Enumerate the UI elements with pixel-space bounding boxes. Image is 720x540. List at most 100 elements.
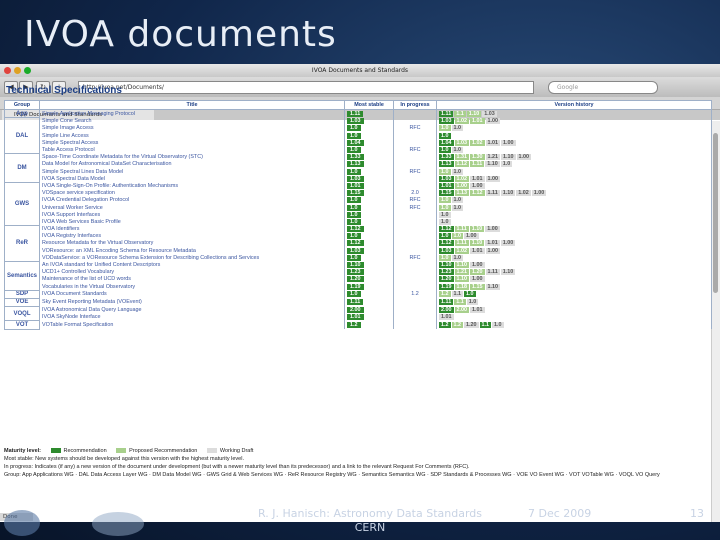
version-badge[interactable]: 1.33 [439, 154, 454, 161]
version-badge[interactable]: 1.0 [451, 147, 464, 154]
most-stable-version-link[interactable]: 1.10 [347, 262, 364, 269]
version-badge[interactable]: 1.15 [470, 283, 485, 290]
version-badge[interactable]: 1.1 [454, 299, 466, 306]
most-stable-version-link[interactable]: 1.0 [347, 218, 361, 225]
spec-title-link[interactable]: Sky Event Reporting Metadata (VOEvent) [39, 298, 346, 307]
scrollbar-thumb[interactable] [713, 133, 718, 293]
version-badge[interactable]: 1.10 [485, 161, 500, 168]
spec-title-link[interactable]: IVOA Spectral Data Model [39, 175, 346, 183]
most-stable-version-link[interactable]: 1.03 [347, 247, 364, 254]
version-badge[interactable]: 1.1 [451, 291, 464, 298]
version-badge[interactable]: 1.10 [501, 154, 516, 161]
spec-title-link[interactable]: IVOA SkyNode Interface [39, 313, 346, 321]
version-badge[interactable]: 2.00 [439, 307, 454, 314]
version-badge[interactable]: 1.0 [439, 147, 451, 154]
version-badge[interactable]: 1.01 [470, 118, 485, 125]
most-stable-version-link[interactable]: 1.11 [347, 110, 364, 117]
spec-title-link[interactable]: VOTable Format Specification [39, 320, 346, 330]
most-stable-version-link[interactable]: 1.0 [347, 254, 361, 261]
version-badge[interactable]: 1.21 [485, 154, 501, 161]
version-badge[interactable]: 1.0 [439, 125, 451, 132]
most-stable-version-link[interactable]: 1.19 [347, 283, 364, 290]
version-badge[interactable]: 1.0 [451, 233, 464, 240]
spec-title-link[interactable]: Simple Spectral Lines Data Model [39, 168, 346, 176]
version-badge[interactable]: 1.01 [439, 314, 454, 321]
version-badge[interactable]: 1.31 [454, 154, 470, 161]
version-badge[interactable]: 1.10 [454, 262, 470, 269]
group-cell[interactable]: App [3, 108, 41, 119]
version-badge[interactable]: 1.0 [439, 254, 451, 261]
spec-title-link[interactable]: Space-Time Coordinate Metadata for the V… [39, 153, 346, 161]
spec-title-link[interactable]: IVOA Support Interfaces [39, 211, 346, 219]
version-badge[interactable]: 1.1 [479, 322, 492, 329]
version-badge[interactable]: 1.30 [470, 154, 485, 161]
most-stable-version-link[interactable]: 1.0 [347, 204, 361, 211]
version-badge[interactable]: 1.01 [439, 182, 454, 189]
spec-title-link[interactable]: VODataService: a VOResource Schema Exten… [39, 254, 346, 262]
version-badge[interactable]: 1.13 [454, 190, 470, 197]
version-badge[interactable]: 1.10 [469, 240, 485, 247]
in-progress-cell[interactable] [393, 275, 438, 283]
spec-title-link[interactable]: Maintenance of the list of UCD words [39, 275, 346, 283]
version-badge[interactable]: 1.23 [439, 269, 454, 276]
version-badge[interactable]: 1.01 [470, 307, 485, 314]
in-progress-cell[interactable] [393, 225, 438, 233]
most-stable-version-link[interactable]: 1.12 [347, 226, 364, 233]
version-badge[interactable]: 1.00 [485, 247, 501, 254]
spec-title-link[interactable]: IVOA Astronomical Data Query Language [39, 306, 346, 314]
most-stable-version-link[interactable]: 1.03 [347, 175, 364, 182]
version-badge[interactable]: 1.2 [439, 291, 451, 298]
version-badge[interactable]: 1.13 [439, 161, 454, 168]
in-progress-cell[interactable] [393, 320, 438, 330]
group-cell[interactable]: DM [3, 153, 41, 183]
version-badge[interactable]: 1.0 [492, 322, 504, 329]
most-stable-version-link[interactable]: 1.12 [347, 240, 364, 247]
version-badge[interactable]: 1.11 [439, 299, 454, 306]
most-stable-version-link[interactable]: 1.13 [347, 161, 364, 168]
version-badge[interactable]: 1.03 [439, 118, 454, 125]
spec-title-link[interactable]: IVOA Single-Sign-On Profile: Authenticat… [39, 182, 346, 190]
version-badge[interactable]: 1.00 [500, 240, 516, 247]
in-progress-cell[interactable] [393, 306, 438, 314]
version-badge[interactable]: 1.01 [470, 247, 485, 254]
zoom-window-button[interactable] [24, 67, 31, 74]
version-badge[interactable]: 1.02 [470, 139, 485, 146]
version-badge[interactable]: 1.21 [454, 269, 470, 276]
version-badge[interactable]: 1.00 [470, 262, 485, 269]
version-badge[interactable]: 1.04 [439, 139, 454, 146]
spec-title-link[interactable]: Simple Spectral Access [39, 139, 346, 147]
version-badge[interactable]: 1.11 [470, 161, 485, 168]
close-window-button[interactable] [4, 67, 11, 74]
version-badge[interactable]: 1.0 [439, 211, 451, 218]
version-badge[interactable]: 1.03 [439, 175, 454, 182]
in-progress-cell[interactable]: RFC [393, 203, 438, 212]
group-cell[interactable]: VOQL [3, 306, 41, 322]
spec-title-link[interactable]: VOResource: an XML Encoding Schema for R… [39, 247, 346, 255]
spec-title-link[interactable]: IVOA Credential Delegation Protocol [39, 196, 346, 204]
spec-title-link[interactable]: An IVOA standard for Unified Content Des… [39, 261, 346, 269]
in-progress-cell[interactable] [393, 182, 438, 190]
version-badge[interactable]: 1.0 [464, 291, 476, 298]
version-badge[interactable]: 1.0 [451, 125, 464, 132]
version-badge[interactable]: 1.00 [485, 175, 501, 182]
version-badge[interactable]: 1.0 [451, 168, 464, 175]
in-progress-cell[interactable]: 2.0 [393, 189, 438, 197]
version-badge[interactable]: 1.2 [451, 322, 464, 329]
most-stable-version-link[interactable]: 1.0 [347, 168, 361, 175]
group-cell[interactable]: GWS [3, 181, 41, 227]
most-stable-version-link[interactable]: 1.01 [347, 314, 364, 321]
version-badge[interactable]: 1.11 [454, 226, 469, 233]
version-badge[interactable]: 1.02 [516, 190, 531, 197]
version-badge[interactable]: 1.03 [482, 110, 497, 117]
most-stable-version-link[interactable]: 1.0 [347, 132, 361, 139]
in-progress-cell[interactable] [393, 247, 438, 255]
version-badge[interactable]: 1.00 [485, 226, 500, 233]
spec-title-link[interactable]: IVOA Document Standards [39, 290, 346, 299]
version-badge[interactable]: 1.0 [451, 197, 464, 204]
in-progress-cell[interactable] [393, 313, 438, 321]
version-badge[interactable]: 1.10 [469, 226, 485, 233]
group-cell[interactable]: Semantics [3, 260, 41, 291]
most-stable-version-link[interactable]: 1.0 [347, 125, 361, 132]
in-progress-cell[interactable] [393, 153, 438, 161]
version-badge[interactable]: 1.01 [485, 240, 500, 247]
